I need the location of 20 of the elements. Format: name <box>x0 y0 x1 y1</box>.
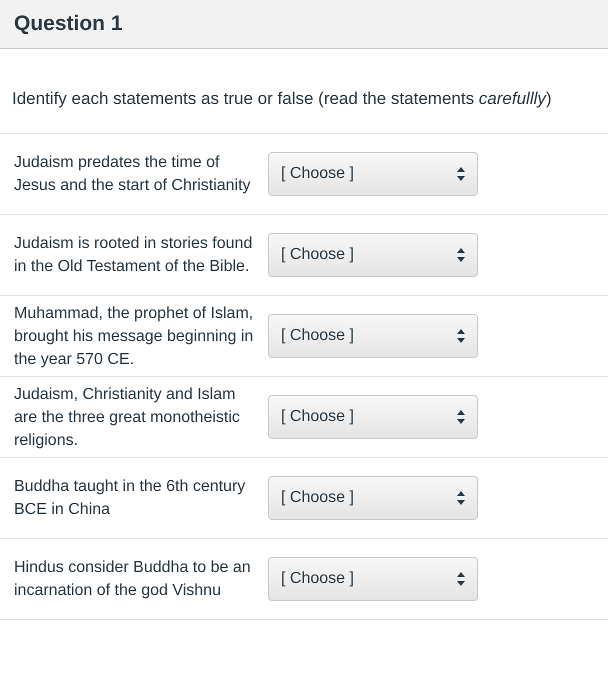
up-down-arrows-icon <box>457 410 465 424</box>
answer-dropdown[interactable]: [ Choose ] <box>268 476 478 520</box>
statement-text: Judaism predates the time of Jesus and the start of Christianity <box>14 153 252 196</box>
statement-text: Muhammad, the prophet of Islam, brought his message beginning in the year 570 CE. <box>14 304 254 370</box>
answer-dropdown[interactable]: [ Choose ] <box>268 152 478 196</box>
statement-text: Judaism, Christianity and Islam are the three great monotheistic religions. <box>14 384 241 450</box>
statement-text: Judaism is rooted in stories found in the Old Testament of the Bible. <box>14 234 254 277</box>
answer-dropdown[interactable]: [ Choose ] <box>268 557 478 601</box>
up-down-arrows-icon <box>457 248 465 262</box>
up-down-arrows-icon <box>457 167 465 181</box>
question-instruction: Identify each statements as true or false (read the statements carefullly) <box>0 49 608 134</box>
answer-dropdown[interactable]: [ Choose ] <box>268 314 478 358</box>
answer-dropdown[interactable]: [ Choose ] <box>268 395 478 439</box>
answer-dropdown[interactable]: [ Choose ] <box>268 233 478 277</box>
up-down-arrows-icon <box>457 572 465 586</box>
question-title: Question 1 <box>14 12 123 36</box>
up-down-arrows-icon <box>457 329 465 343</box>
statement-text: Buddha taught in the 6th century BCE in China <box>14 477 246 520</box>
up-down-arrows-icon <box>457 491 465 505</box>
statement-text: Hindus consider Buddha to be an incarnation of the god Vishnu <box>14 558 252 601</box>
